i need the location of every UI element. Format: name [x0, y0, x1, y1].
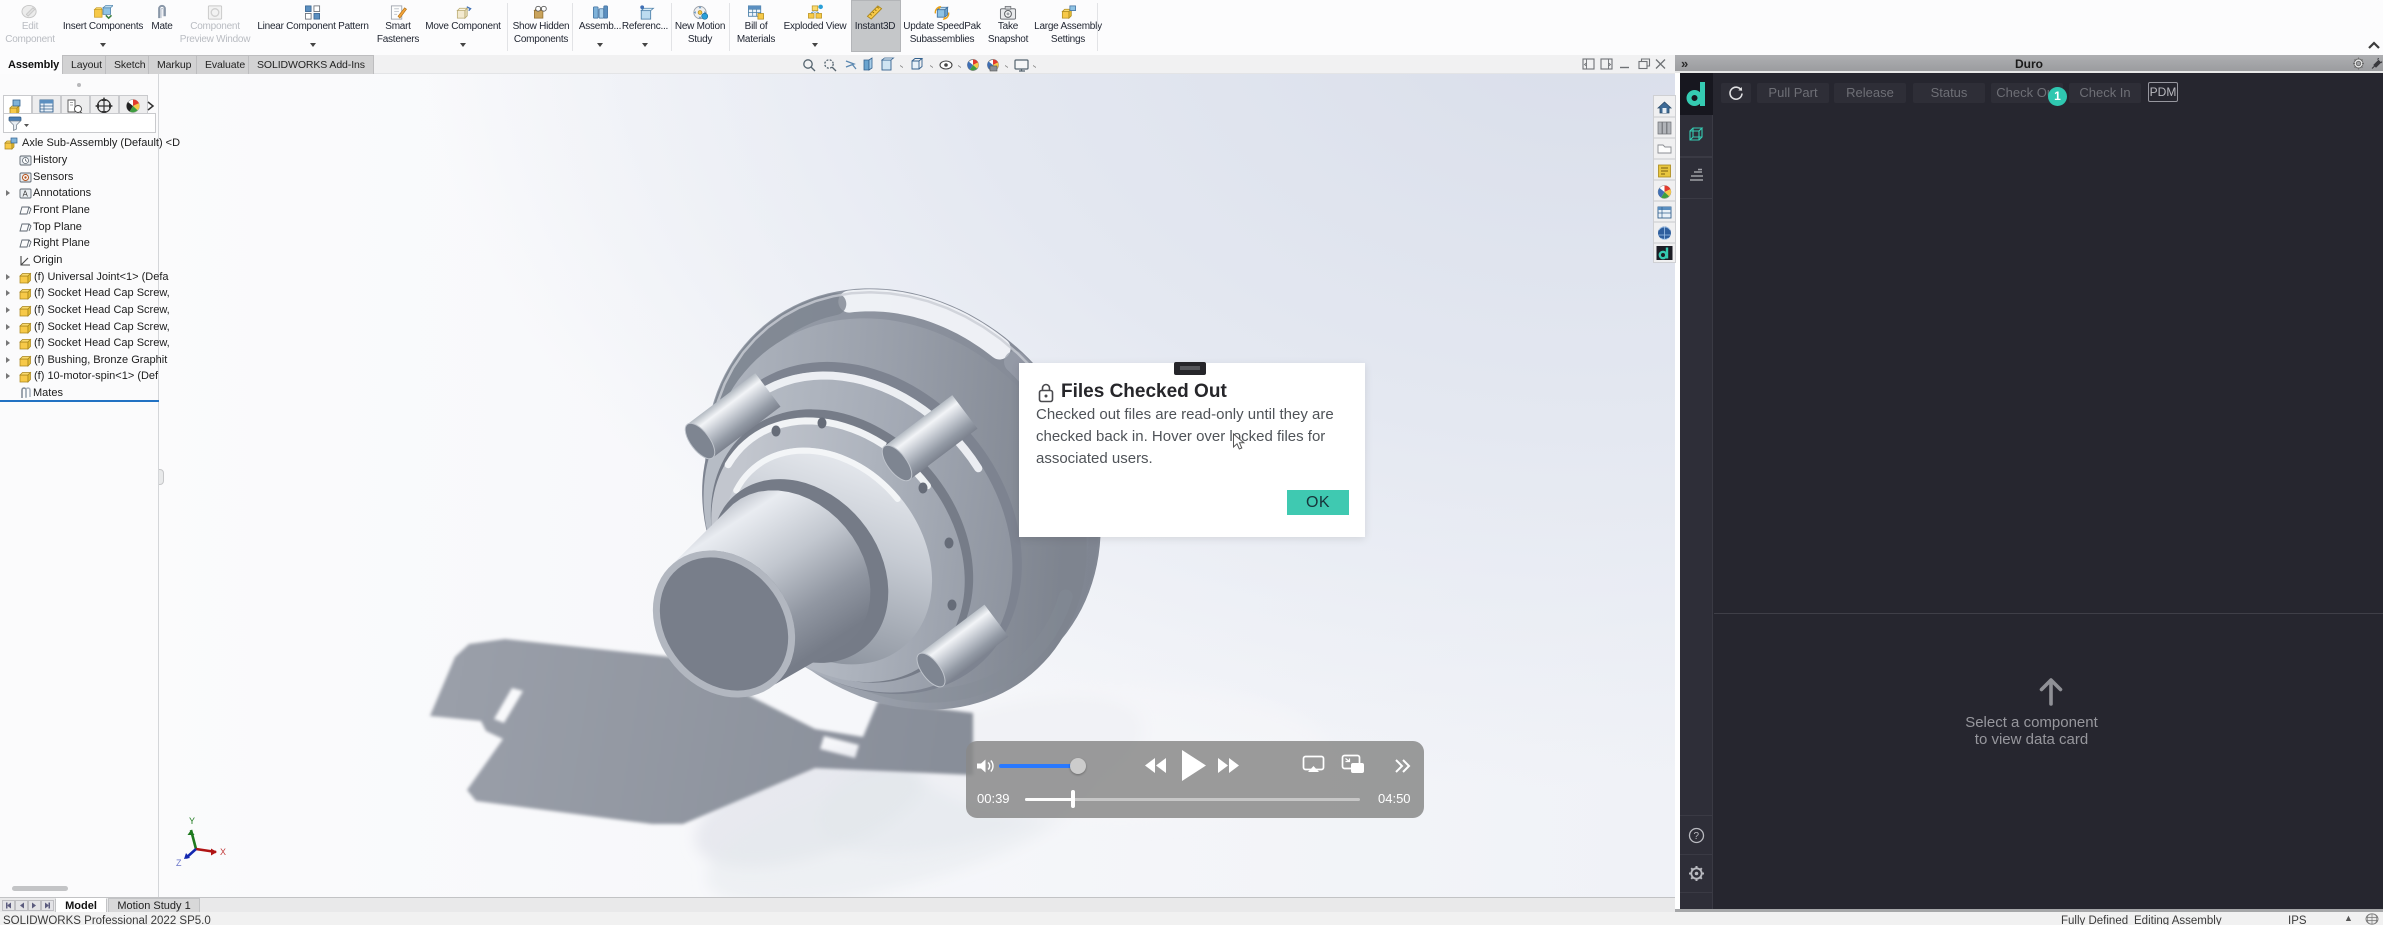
svg-text:?: ?: [1694, 831, 1700, 842]
svg-text:X: X: [220, 847, 226, 857]
svg-text:A: A: [23, 190, 29, 199]
svg-text:Z: Z: [176, 858, 182, 868]
svg-text:Y: Y: [189, 816, 195, 826]
